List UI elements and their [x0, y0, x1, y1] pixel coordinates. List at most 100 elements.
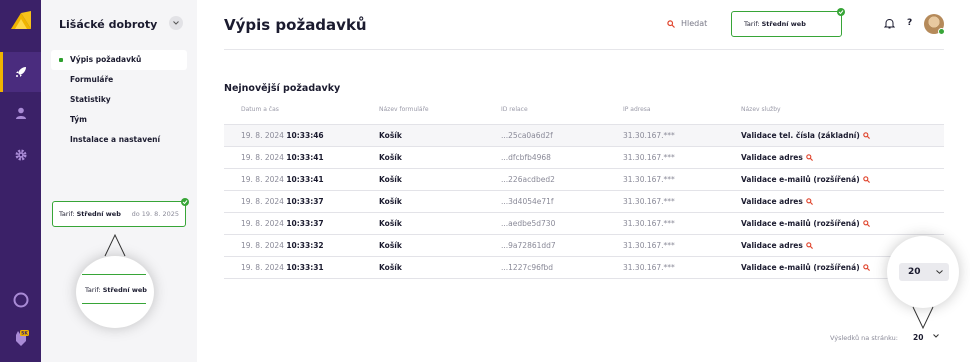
table-row[interactable]: 19. 8. 2024 10:33:31 Košík ...1227c96fbd 31…	[224, 256, 944, 279]
cell-datetime: 19. 8. 2024 10:33:32	[224, 234, 379, 257]
sidebar-item-team[interactable]: Tým	[51, 110, 187, 130]
cell-form: Košík	[379, 234, 501, 257]
rocket-icon	[15, 67, 26, 77]
cell-datetime: 19. 8. 2024 10:33:46	[224, 124, 379, 147]
table-row[interactable]: 19. 8. 2024 10:33:46 Košík ...25ca0a6d2f 31…	[224, 124, 944, 147]
cell-date: 19. 8. 2024	[241, 196, 284, 206]
cell-form: Košík	[379, 212, 501, 235]
cell-service: Validace e-mailů (rozšířená)	[741, 168, 944, 191]
cell-service: Validace adres	[741, 146, 944, 169]
cell-service-label: Validace e-mailů (rozšířená)	[741, 262, 860, 272]
sidebar-item-requests[interactable]: Výpis požadavků	[51, 50, 187, 70]
cell-form: Košík	[379, 190, 501, 213]
zoom-tariff-callout: Tarif: Střední web	[76, 256, 154, 328]
main-content: Výpis požadavků Hledat Tarif: Střední we…	[197, 0, 970, 362]
page-size-select-zoom[interactable]: 20	[899, 263, 949, 281]
chevron-down-icon[interactable]	[933, 334, 939, 338]
online-status-dot	[938, 28, 945, 35]
cell-ip: 31.30.167.***	[623, 256, 741, 279]
callout-line-top	[82, 274, 146, 275]
cell-time: 10:33:37	[286, 196, 324, 206]
fox-badge-icon: SK	[15, 330, 29, 346]
sidebar-item-statistics[interactable]: Statistiky	[51, 90, 187, 110]
header-divider	[224, 49, 944, 50]
rail-badge: SK	[21, 331, 28, 337]
cell-session-id: ...1227c96fbd	[501, 256, 623, 279]
app-rail: SK	[0, 0, 41, 362]
org-switch-button[interactable]	[169, 16, 183, 30]
cell-service-label: Validace adres	[741, 196, 803, 206]
cell-ip: 31.30.167.***	[623, 234, 741, 257]
cell-time: 10:33:46	[286, 130, 324, 140]
search-icon[interactable]	[862, 220, 870, 227]
column-header[interactable]: IP adresa	[623, 102, 741, 124]
org-name: Lišácké dobroty	[59, 18, 158, 31]
column-header[interactable]: Název služby	[741, 102, 944, 124]
rail-item-profile[interactable]: SK	[0, 318, 41, 358]
cell-datetime: 19. 8. 2024 10:33:41	[224, 146, 379, 169]
logo-icon[interactable]	[11, 11, 31, 29]
search-icon	[667, 19, 675, 28]
search-icon[interactable]	[806, 154, 813, 161]
cell-ip: 31.30.167.***	[623, 190, 741, 213]
cell-session-id: ...3d4054e71f	[501, 190, 623, 213]
help-button[interactable]: ?	[907, 18, 912, 28]
sidebar-item-forms[interactable]: Formuláře	[51, 70, 187, 90]
search-icon[interactable]	[863, 132, 870, 139]
sidebar-tariff-card[interactable]: Tarif: Střední web do 19. 8. 2025	[52, 198, 189, 227]
callout-tariff-text: Tarif: Střední web	[85, 286, 147, 294]
column-header[interactable]: Datum a čas	[224, 102, 379, 124]
cell-time: 10:33:41	[286, 152, 324, 162]
page-size-label: Výsledků na stránku:	[830, 334, 898, 342]
user-icon	[15, 107, 26, 119]
rail-item-support[interactable]	[0, 280, 41, 320]
page-title: Výpis požadavků	[224, 16, 367, 34]
table-row[interactable]: 19. 8. 2024 10:33:37 Košík ...aedbe5d730 31…	[224, 212, 944, 235]
rail-item-settings[interactable]	[0, 135, 41, 175]
cell-time: 10:33:31	[286, 262, 324, 272]
search-icon[interactable]	[862, 264, 870, 271]
cell-datetime: 19. 8. 2024 10:33:37	[224, 190, 379, 213]
cell-ip: 31.30.167.***	[623, 212, 741, 235]
check-icon	[181, 198, 189, 206]
cell-form: Košík	[379, 256, 501, 279]
column-header[interactable]: Název formuláře	[379, 102, 501, 124]
zoom-pager-callout: 20	[887, 236, 959, 308]
table-row[interactable]: 19. 8. 2024 10:33:37 Košík ...3d4054e71f 31…	[224, 190, 944, 213]
page-size-value: 20	[908, 267, 921, 277]
header-tariff-button[interactable]: Tarif: Střední web	[731, 8, 845, 37]
cell-service: Validace e-mailů (rozšířená)	[741, 212, 944, 235]
rail-item-requests[interactable]	[0, 52, 41, 92]
cell-time: 10:33:32	[286, 240, 324, 250]
table-row[interactable]: 19. 8. 2024 10:33:41 Košík ...dfcbfb4968 31…	[224, 146, 944, 169]
search-icon[interactable]	[806, 198, 813, 205]
bell-icon[interactable]	[884, 18, 895, 29]
check-icon	[837, 8, 845, 16]
page-size-select[interactable]: 20	[913, 333, 923, 342]
table-row[interactable]: 19. 8. 2024 10:33:41 Košík ...226acdbed2 31…	[224, 168, 944, 191]
cell-service-label: Validace tel. čísla (základní)	[741, 130, 860, 140]
tariff-valid-until: do 19. 8. 2025	[131, 210, 179, 218]
pointer-arrow	[912, 306, 934, 330]
search-icon[interactable]	[806, 242, 813, 249]
cell-ip: 31.30.167.***	[623, 124, 741, 147]
table-row[interactable]: 19. 8. 2024 10:33:32 Košík ...9a72861dd7 31…	[224, 234, 944, 257]
cell-date: 19. 8. 2024	[241, 262, 284, 272]
avatar[interactable]	[924, 14, 945, 35]
tariff-name: Střední web	[76, 210, 121, 218]
sidebar-item-installation[interactable]: Instalace a nastavení	[51, 130, 187, 150]
cell-form: Košík	[379, 124, 501, 147]
search-button[interactable]: Hledat	[667, 19, 707, 28]
cell-session-id: ...aedbe5d730	[501, 212, 623, 235]
search-icon[interactable]	[862, 176, 870, 183]
rail-item-account[interactable]	[0, 93, 41, 133]
requests-table: Datum a čas Název formuláře ID relace IP…	[224, 102, 944, 279]
cell-form: Košík	[379, 168, 501, 191]
cell-service-label: Validace adres	[741, 152, 803, 162]
cell-ip: 31.30.167.***	[623, 168, 741, 191]
cell-datetime: 19. 8. 2024 10:33:37	[224, 212, 379, 235]
column-header[interactable]: ID relace	[501, 102, 623, 124]
circle-icon	[13, 292, 28, 308]
cell-session-id: ...25ca0a6d2f	[501, 124, 623, 147]
cell-time: 10:33:37	[286, 218, 324, 228]
